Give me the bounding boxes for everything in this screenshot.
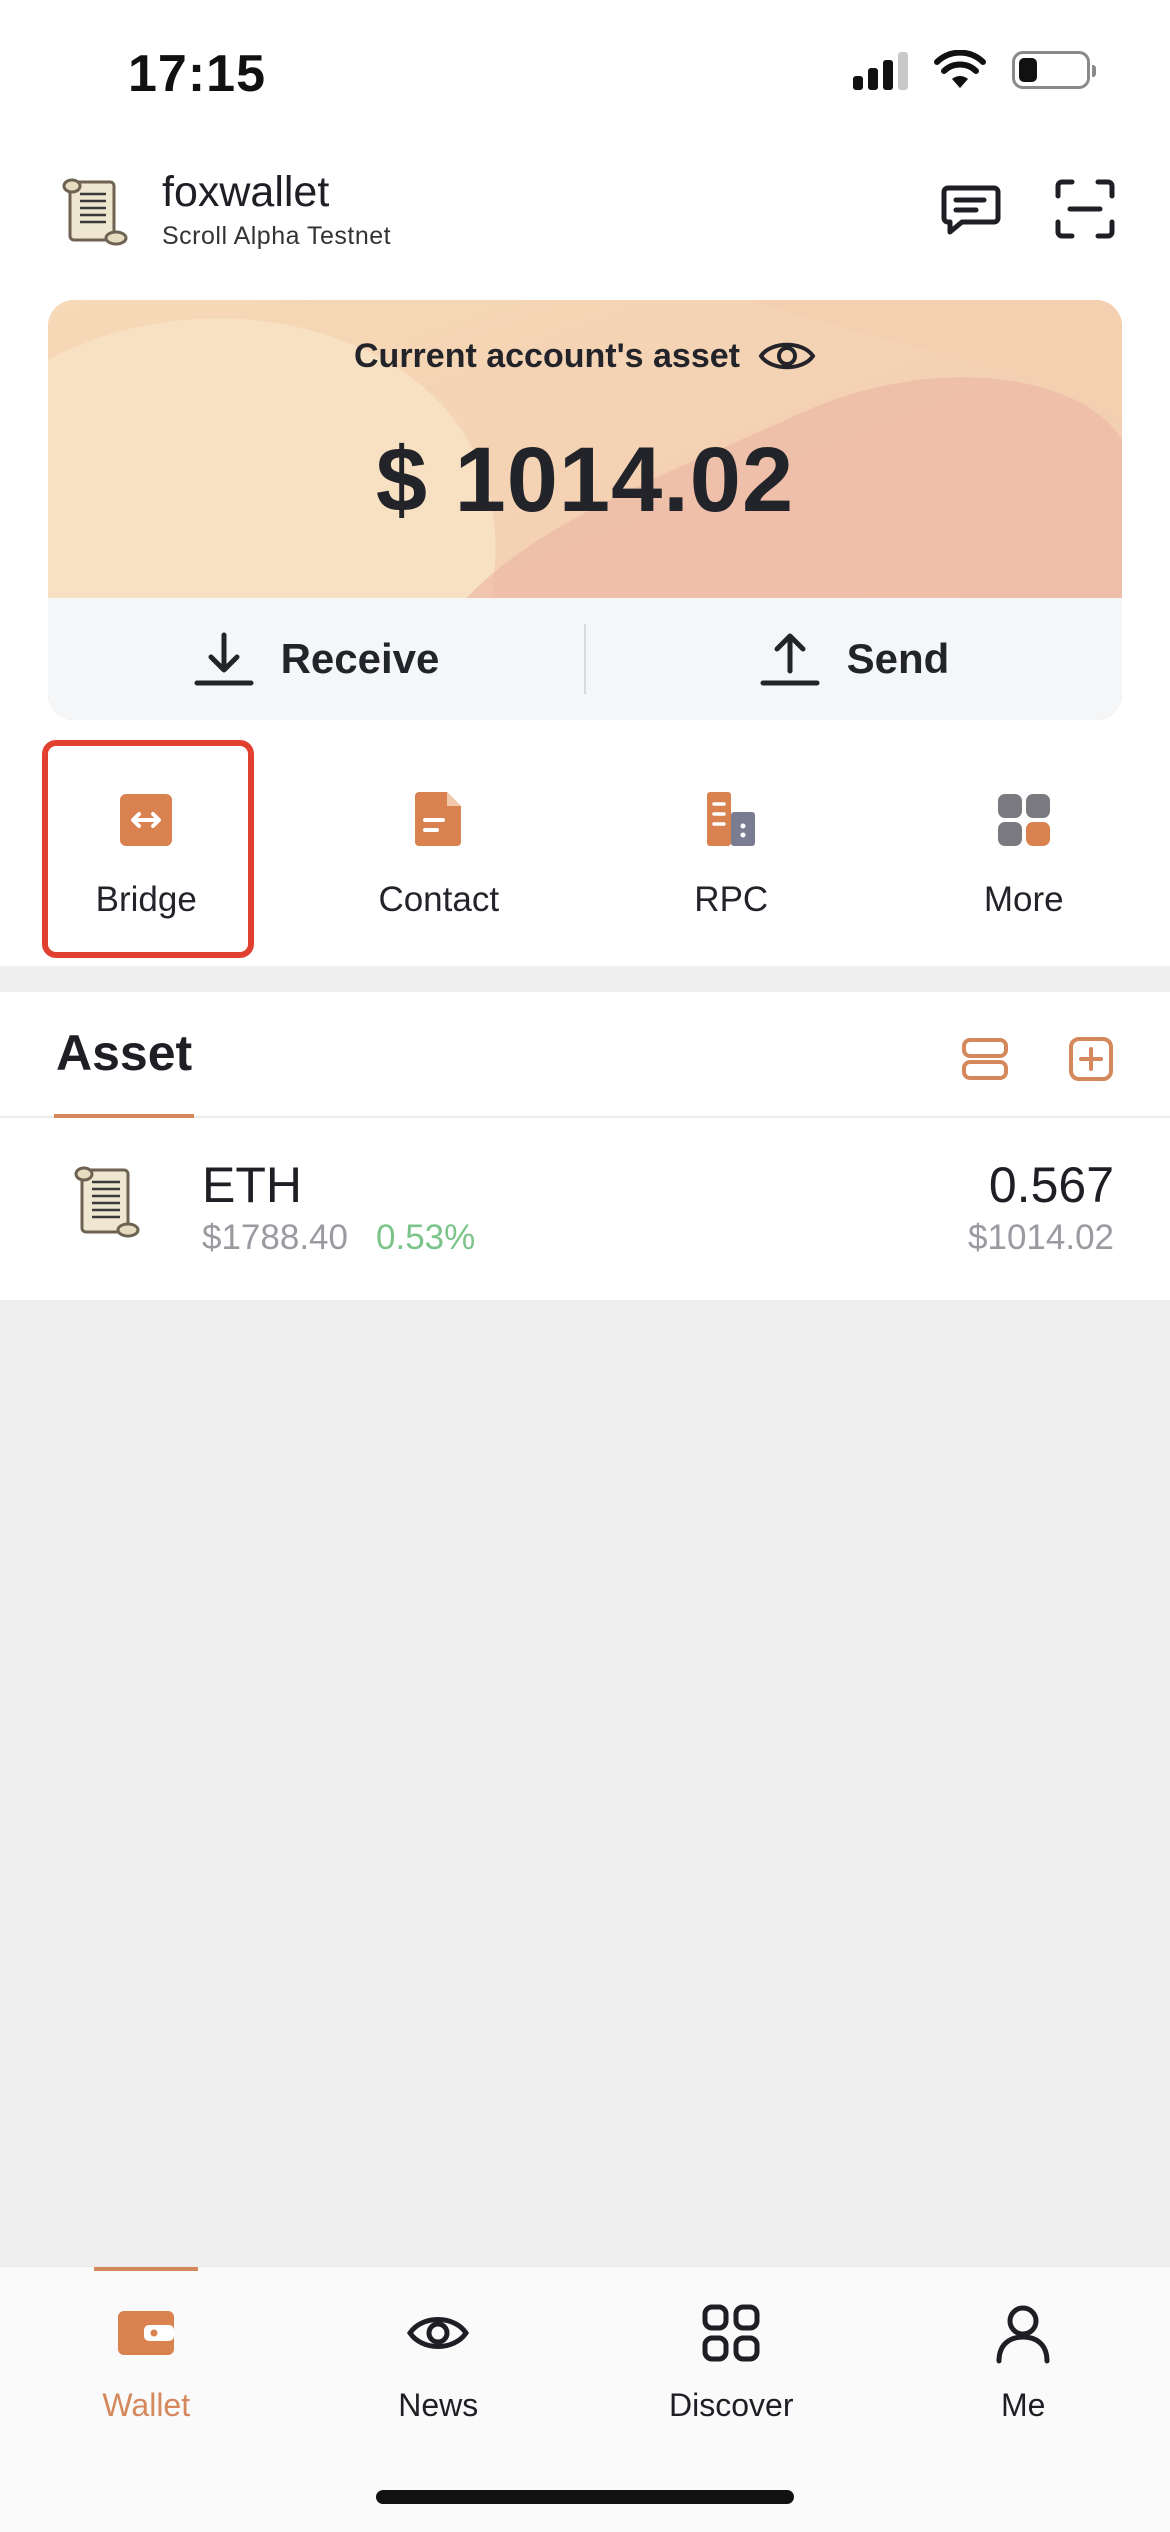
contact-icon [414,792,461,846]
token-symbol: ETH [202,1157,302,1213]
asset-card: Current account's asset $ 1014.02 Receiv… [48,300,1122,720]
asset-section: Asset ETH $1788.40 0.53% 0.567 $1014.02 [0,992,1170,1300]
grid-icon [702,2304,760,2362]
signal-icon [853,50,908,90]
status-icons [853,50,1096,90]
scan-icon[interactable] [1052,176,1118,242]
tab-discover[interactable]: Discover [585,2267,878,2467]
quick-item-contact[interactable]: Contact [293,740,586,950]
receive-label: Receive [280,635,440,682]
download-icon [194,632,254,686]
user-icon [996,2305,1050,2364]
tab-label: Wallet [102,2387,191,2423]
home-indicator [376,2490,794,2504]
message-icon[interactable] [938,176,1004,242]
rpc-icon [707,792,756,846]
more-icon [997,794,1050,846]
wallet-name[interactable]: foxwallet [162,168,329,217]
battery-icon [1012,51,1096,89]
send-label: Send [846,635,950,682]
eye-icon [407,2317,470,2349]
add-token-icon[interactable] [1066,1034,1116,1084]
receive-button[interactable]: Receive [48,598,584,720]
action-bar: Receive Send [48,598,1122,720]
card-title-row: Current account's asset [48,336,1122,376]
token-price: $1788.40 [202,1218,348,1257]
wallet-icon [118,2311,175,2355]
scroll-logo-icon [62,178,128,246]
quick-item-label: More [983,880,1064,919]
eth-token-icon [74,1166,140,1238]
tab-label: Discover [669,2387,794,2423]
wifi-icon [934,50,986,88]
send-button[interactable]: Send [586,598,1122,720]
tab-wallet[interactable]: Wallet [0,2267,293,2467]
tab-label: News [398,2387,479,2423]
upload-icon [760,633,820,686]
token-value: $1014.02 [968,1218,1114,1257]
quick-item-more[interactable]: More [878,740,1170,950]
balance-amount: $ 1014.02 [375,429,795,531]
eye-toggle-icon[interactable] [758,336,816,376]
token-amount: 0.567 [988,1157,1114,1213]
tab-news[interactable]: News [292,2267,585,2467]
tab-label: Me [1001,2387,1046,2423]
network-label[interactable]: Scroll Alpha Testnet [162,222,391,251]
asset-section-title[interactable]: Asset [56,1024,192,1082]
quick-item-label: RPC [694,880,769,919]
token-row[interactable]: ETH $1788.40 0.53% 0.567 $1014.02 [0,1118,1170,1298]
quick-item-label: Contact [378,880,500,919]
quick-item-rpc[interactable]: RPC [585,740,878,950]
bridge-highlight-box [42,740,254,958]
layout-toggle-icon[interactable] [960,1034,1010,1084]
tab-me[interactable]: Me [877,2267,1170,2467]
status-time: 17:15 [128,45,266,103]
card-title: Current account's asset [354,336,740,375]
token-change: 0.53% [376,1218,476,1257]
